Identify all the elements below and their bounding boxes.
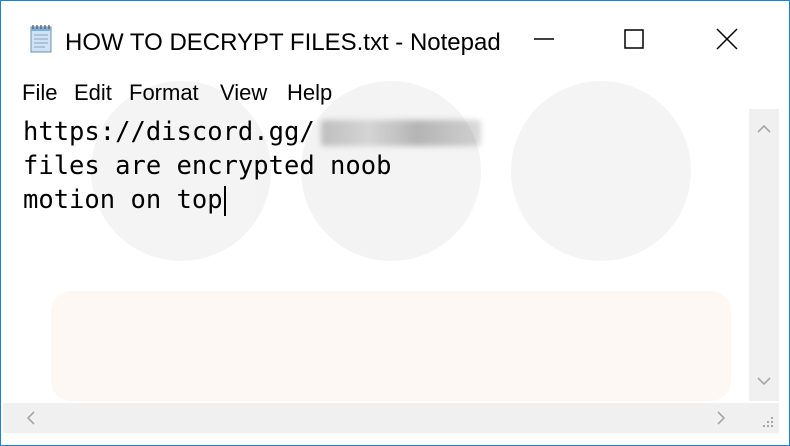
discord-url: https://discord.gg/ (23, 117, 315, 147)
notepad-window: HOW TO DECRYPT FILES.txt - Notepad File … (0, 0, 790, 446)
redacted-invite-code (320, 120, 481, 146)
menu-file[interactable]: File (22, 78, 57, 108)
notepad-icon (30, 25, 52, 53)
horizontal-scrollbar[interactable] (3, 403, 749, 433)
minimize-button[interactable] (521, 16, 567, 62)
close-button[interactable] (704, 16, 750, 62)
window-title: HOW TO DECRYPT FILES.txt - Notepad (65, 29, 501, 56)
text-caret (223, 186, 226, 216)
vertical-scrollbar[interactable] (749, 109, 779, 401)
text-line-3-content: motion on top (23, 185, 223, 215)
text-editor[interactable]: https://discord.gg/ files are encrypted … (3, 109, 746, 401)
resize-grip[interactable] (749, 403, 779, 433)
title-bar[interactable]: HOW TO DECRYPT FILES.txt - Notepad (1, 1, 789, 56)
minimize-icon (534, 38, 554, 40)
close-icon (716, 28, 738, 50)
menu-bar: File Edit Format View Help (1, 78, 789, 108)
scroll-up-arrow-icon[interactable] (754, 119, 774, 139)
text-line-2: files are encrypted noob (23, 151, 392, 181)
menu-format[interactable]: Format (129, 78, 199, 108)
text-line-3: motion on top (23, 183, 226, 217)
scroll-right-arrow-icon[interactable] (711, 408, 731, 428)
scroll-down-arrow-icon[interactable] (754, 371, 774, 391)
scroll-left-arrow-icon[interactable] (21, 408, 41, 428)
maximize-button[interactable] (611, 16, 657, 62)
resize-grip-icon (763, 417, 773, 427)
menu-help[interactable]: Help (287, 78, 332, 108)
text-line-1: https://discord.gg/ (23, 115, 481, 149)
menu-edit[interactable]: Edit (74, 78, 112, 108)
menu-view[interactable]: View (220, 78, 267, 108)
maximize-icon (624, 29, 644, 49)
